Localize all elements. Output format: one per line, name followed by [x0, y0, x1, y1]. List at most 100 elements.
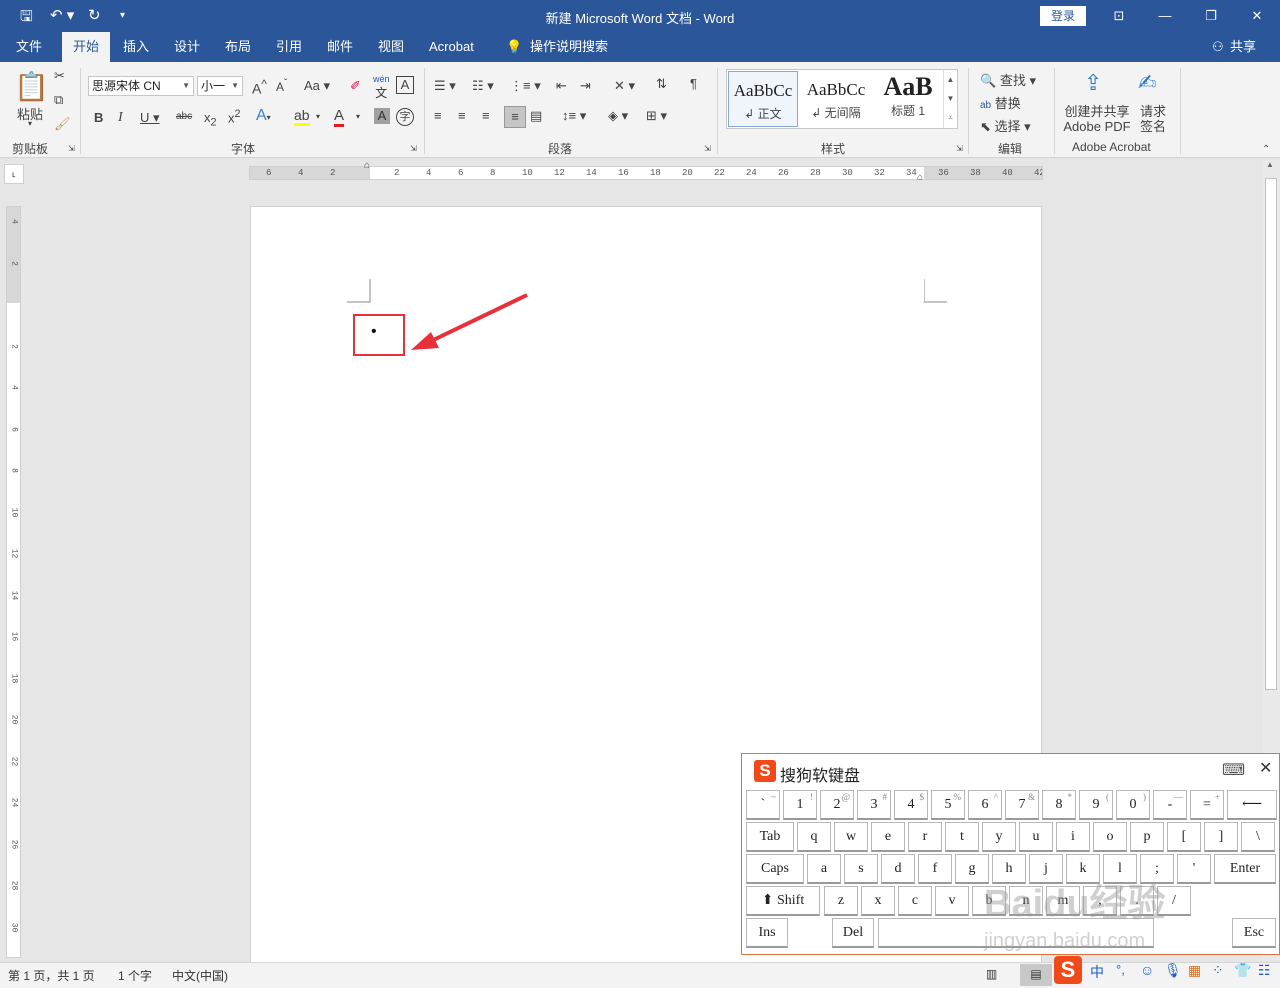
language[interactable]: 中文(中国)	[172, 967, 228, 984]
key-e[interactable]: e	[871, 822, 905, 852]
tab-view[interactable]: 视图	[370, 32, 412, 62]
key-k[interactable]: k	[1066, 854, 1100, 884]
right-indent-marker-icon[interactable]: ⌂	[917, 172, 923, 183]
key-z[interactable]: z	[824, 886, 858, 916]
key-[[interactable]: [	[1167, 822, 1201, 852]
key-12[interactable]: = +	[1190, 790, 1224, 820]
shrink-font-icon[interactable]: Aˇ	[276, 78, 287, 94]
key-v[interactable]: v	[935, 886, 969, 916]
text-effects-icon[interactable]: A▾	[256, 107, 271, 125]
enclose-char-icon[interactable]: 字	[396, 108, 414, 126]
phonetic-guide-icon[interactable]: wén 文	[373, 74, 390, 101]
key-esc[interactable]: Esc	[1232, 918, 1276, 948]
scroll-up-icon[interactable]: ▲	[1266, 160, 1274, 169]
tab-file[interactable]: 文件	[8, 32, 50, 62]
scroll-thumb[interactable]	[1265, 178, 1277, 690]
sogou-logo-icon[interactable]: S	[1054, 956, 1082, 984]
superscript-icon[interactable]: x2	[228, 108, 241, 125]
font-color-icon[interactable]: A	[334, 107, 345, 127]
key-4[interactable]: 4 $	[894, 790, 928, 820]
key-11[interactable]: - —	[1153, 790, 1187, 820]
styles-scroll[interactable]: ▲ ▼ ⩡	[943, 70, 957, 128]
chinese-layout-icon[interactable]: ✕ ▾	[614, 78, 635, 94]
key-h[interactable]: h	[992, 854, 1026, 884]
minimize-button[interactable]: —	[1142, 0, 1188, 32]
paragraph-launcher-icon[interactable]: ⇲	[704, 144, 711, 153]
key-c[interactable]: c	[898, 886, 932, 916]
key-b[interactable]: b	[972, 886, 1006, 916]
align-right-icon[interactable]: ≡	[482, 108, 490, 123]
find-button[interactable]: 🔍 查找 ▾	[980, 70, 1036, 89]
tab-mailings[interactable]: 邮件	[319, 32, 361, 62]
styles-launcher-icon[interactable]: ⇲	[956, 144, 963, 153]
font-color-dropdown-icon[interactable]: ▾	[356, 112, 360, 121]
key-8[interactable]: 8 *	[1042, 790, 1076, 820]
tell-me-search[interactable]: 操作说明搜索	[522, 32, 616, 62]
bullets-icon[interactable]: ☰ ▾	[434, 78, 456, 94]
key-,[interactable]: ,	[1083, 886, 1117, 916]
ime-mode[interactable]: 中	[1090, 962, 1104, 982]
paste-dropdown-icon[interactable]: ▾	[24, 119, 36, 128]
numbering-icon[interactable]: ☷ ▾	[472, 78, 494, 94]
key-x[interactable]: x	[861, 886, 895, 916]
char-border-icon[interactable]: A	[396, 76, 414, 94]
close-button[interactable]: ✕	[1234, 0, 1280, 32]
key-l[interactable]: l	[1103, 854, 1137, 884]
key-3[interactable]: 3 #	[857, 790, 891, 820]
key-r[interactable]: r	[908, 822, 942, 852]
key-.[interactable]: .	[1120, 886, 1154, 916]
keyboard-tray-icon[interactable]: ▦	[1188, 962, 1201, 979]
key-d[interactable]: d	[881, 854, 915, 884]
tab-acrobat[interactable]: Acrobat	[421, 32, 482, 62]
toolbox-icon[interactable]: ⁘	[1212, 962, 1224, 979]
align-center-icon[interactable]: ≡	[458, 108, 466, 123]
menu-icon[interactable]: ☷	[1258, 962, 1271, 979]
collapse-ribbon-icon[interactable]: ⌃	[1262, 144, 1270, 155]
read-mode-icon[interactable]: ▥	[986, 967, 997, 981]
key-n[interactable]: n	[1009, 886, 1043, 916]
borders-icon[interactable]: ⊞ ▾	[646, 108, 667, 124]
font-launcher-icon[interactable]: ⇲	[410, 144, 417, 153]
sort-icon[interactable]: ⇅	[656, 76, 667, 92]
word-count[interactable]: 1 个字	[118, 967, 152, 984]
tab-selector[interactable]: ˪	[4, 164, 24, 184]
key-1[interactable]: 1!	[783, 790, 817, 820]
tab-design[interactable]: 设计	[166, 32, 208, 62]
key-g[interactable]: g	[955, 854, 989, 884]
strikethrough-icon[interactable]: abc	[176, 111, 192, 122]
key-backspace[interactable]: ⟵	[1227, 790, 1277, 820]
highlight-dropdown-icon[interactable]: ▾	[316, 112, 320, 121]
style-normal[interactable]: AaBbCc ↲ 正文	[728, 71, 798, 127]
style-heading-1[interactable]: AaB 标题 1	[873, 71, 943, 127]
key-enter[interactable]: Enter	[1214, 854, 1276, 884]
key-;[interactable]: ;	[1140, 854, 1174, 884]
grow-font-icon[interactable]: A^	[252, 78, 267, 97]
vertical-ruler[interactable]: 4 2 2 4 6 8 10 12 14 16 18 20 22 24 26 28 30	[6, 206, 21, 958]
request-signature-button[interactable]: 请求 签名	[1136, 104, 1170, 134]
keyboard-icon[interactable]: ⌨	[1222, 760, 1245, 780]
key-2[interactable]: 2 @	[820, 790, 854, 820]
clipboard-launcher-icon[interactable]: ⇲	[68, 144, 75, 153]
increase-indent-icon[interactable]: ⇥	[580, 78, 591, 94]
ribbon-display-icon[interactable]: ⊡	[1096, 0, 1142, 32]
key-space[interactable]	[878, 918, 1154, 948]
key-'[interactable]: '	[1177, 854, 1211, 884]
paste-icon[interactable]: 📋	[14, 70, 49, 102]
key-7[interactable]: 7 &	[1005, 790, 1039, 820]
key-6[interactable]: 6 ^	[968, 790, 1002, 820]
skin-icon[interactable]: 👕	[1234, 962, 1251, 979]
key-caps[interactable]: Caps	[746, 854, 804, 884]
key-w[interactable]: w	[834, 822, 868, 852]
tab-insert[interactable]: 插入	[115, 32, 157, 62]
key-o[interactable]: o	[1093, 822, 1127, 852]
justify-icon[interactable]: ≡	[504, 106, 526, 128]
key-10[interactable]: 0)	[1116, 790, 1150, 820]
key-f[interactable]: f	[918, 854, 952, 884]
key-m[interactable]: m	[1046, 886, 1080, 916]
key-a[interactable]: a	[807, 854, 841, 884]
key-5[interactable]: 5%	[931, 790, 965, 820]
change-case-button[interactable]: Aa ▾	[304, 78, 330, 94]
underline-icon[interactable]: U ▾	[140, 110, 160, 126]
font-size-dropdown[interactable]: 小一 ▼	[197, 76, 243, 96]
indent-marker-icon[interactable]: ⌂	[364, 160, 370, 171]
